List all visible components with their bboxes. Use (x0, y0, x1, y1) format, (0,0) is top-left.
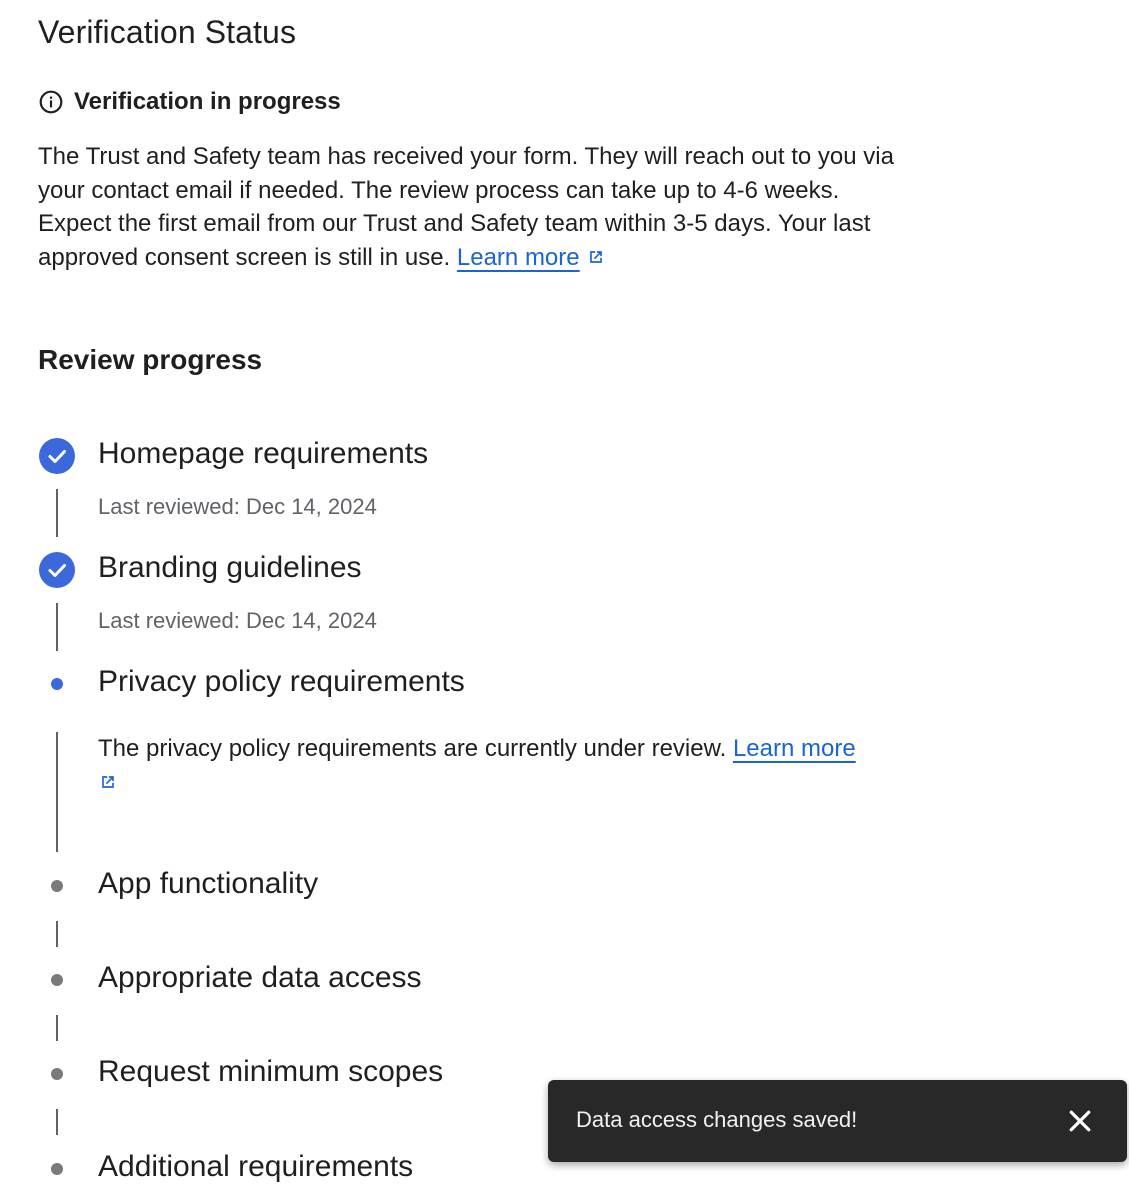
step-description: The privacy policy requirements are curr… (98, 732, 898, 800)
review-progress-title: Review progress (38, 344, 263, 375)
close-icon[interactable] (1065, 1106, 1095, 1136)
step-complete-marker (38, 437, 76, 475)
status-description: The Trust and Safety team has received y… (38, 140, 908, 274)
pending-dot-icon (51, 880, 63, 892)
step-last-reviewed: Last reviewed: Dec 14, 2024 (98, 608, 377, 633)
step-label: Homepage requirements (98, 437, 429, 470)
step-connector (56, 603, 58, 651)
step-pending-marker (38, 1150, 76, 1188)
step-description-text: The privacy policy requirements are curr… (98, 735, 733, 762)
step-connector (56, 921, 58, 947)
learn-more-link[interactable]: Learn more (457, 244, 580, 271)
step-connector (56, 1109, 58, 1135)
verification-status-heading: Verification in progress (38, 88, 341, 116)
active-dot-icon (51, 678, 63, 690)
open-in-new-icon[interactable] (98, 768, 118, 788)
step-pending-marker (38, 867, 76, 905)
check-circle-icon (39, 438, 75, 474)
status-heading-text: Verification in progress (74, 88, 341, 115)
step-complete-marker (38, 551, 76, 589)
pending-dot-icon (51, 1068, 63, 1080)
step-connector (56, 732, 58, 852)
step-label: Additional requirements (98, 1150, 414, 1183)
check-circle-icon (39, 552, 75, 588)
step-pending-marker (38, 1055, 76, 1093)
step-label: App functionality (98, 867, 319, 900)
info-icon (38, 89, 64, 115)
step-pending-marker (38, 961, 76, 999)
step-label: Request minimum scopes (98, 1055, 444, 1088)
step-active-marker (38, 665, 76, 703)
step-last-reviewed: Last reviewed: Dec 14, 2024 (98, 494, 377, 519)
open-in-new-icon[interactable] (586, 243, 606, 263)
step-label: Branding guidelines (98, 551, 362, 584)
pending-dot-icon (51, 1163, 63, 1175)
page-title: Verification Status (38, 14, 297, 50)
learn-more-link[interactable]: Learn more (733, 735, 856, 762)
pending-dot-icon (51, 974, 63, 986)
snackbar-toast: Data access changes saved! (548, 1080, 1127, 1162)
step-label: Appropriate data access (98, 961, 422, 994)
step-connector (56, 1015, 58, 1041)
step-label: Privacy policy requirements (98, 665, 465, 698)
toast-message: Data access changes saved! (576, 1107, 858, 1132)
step-connector (56, 489, 58, 537)
